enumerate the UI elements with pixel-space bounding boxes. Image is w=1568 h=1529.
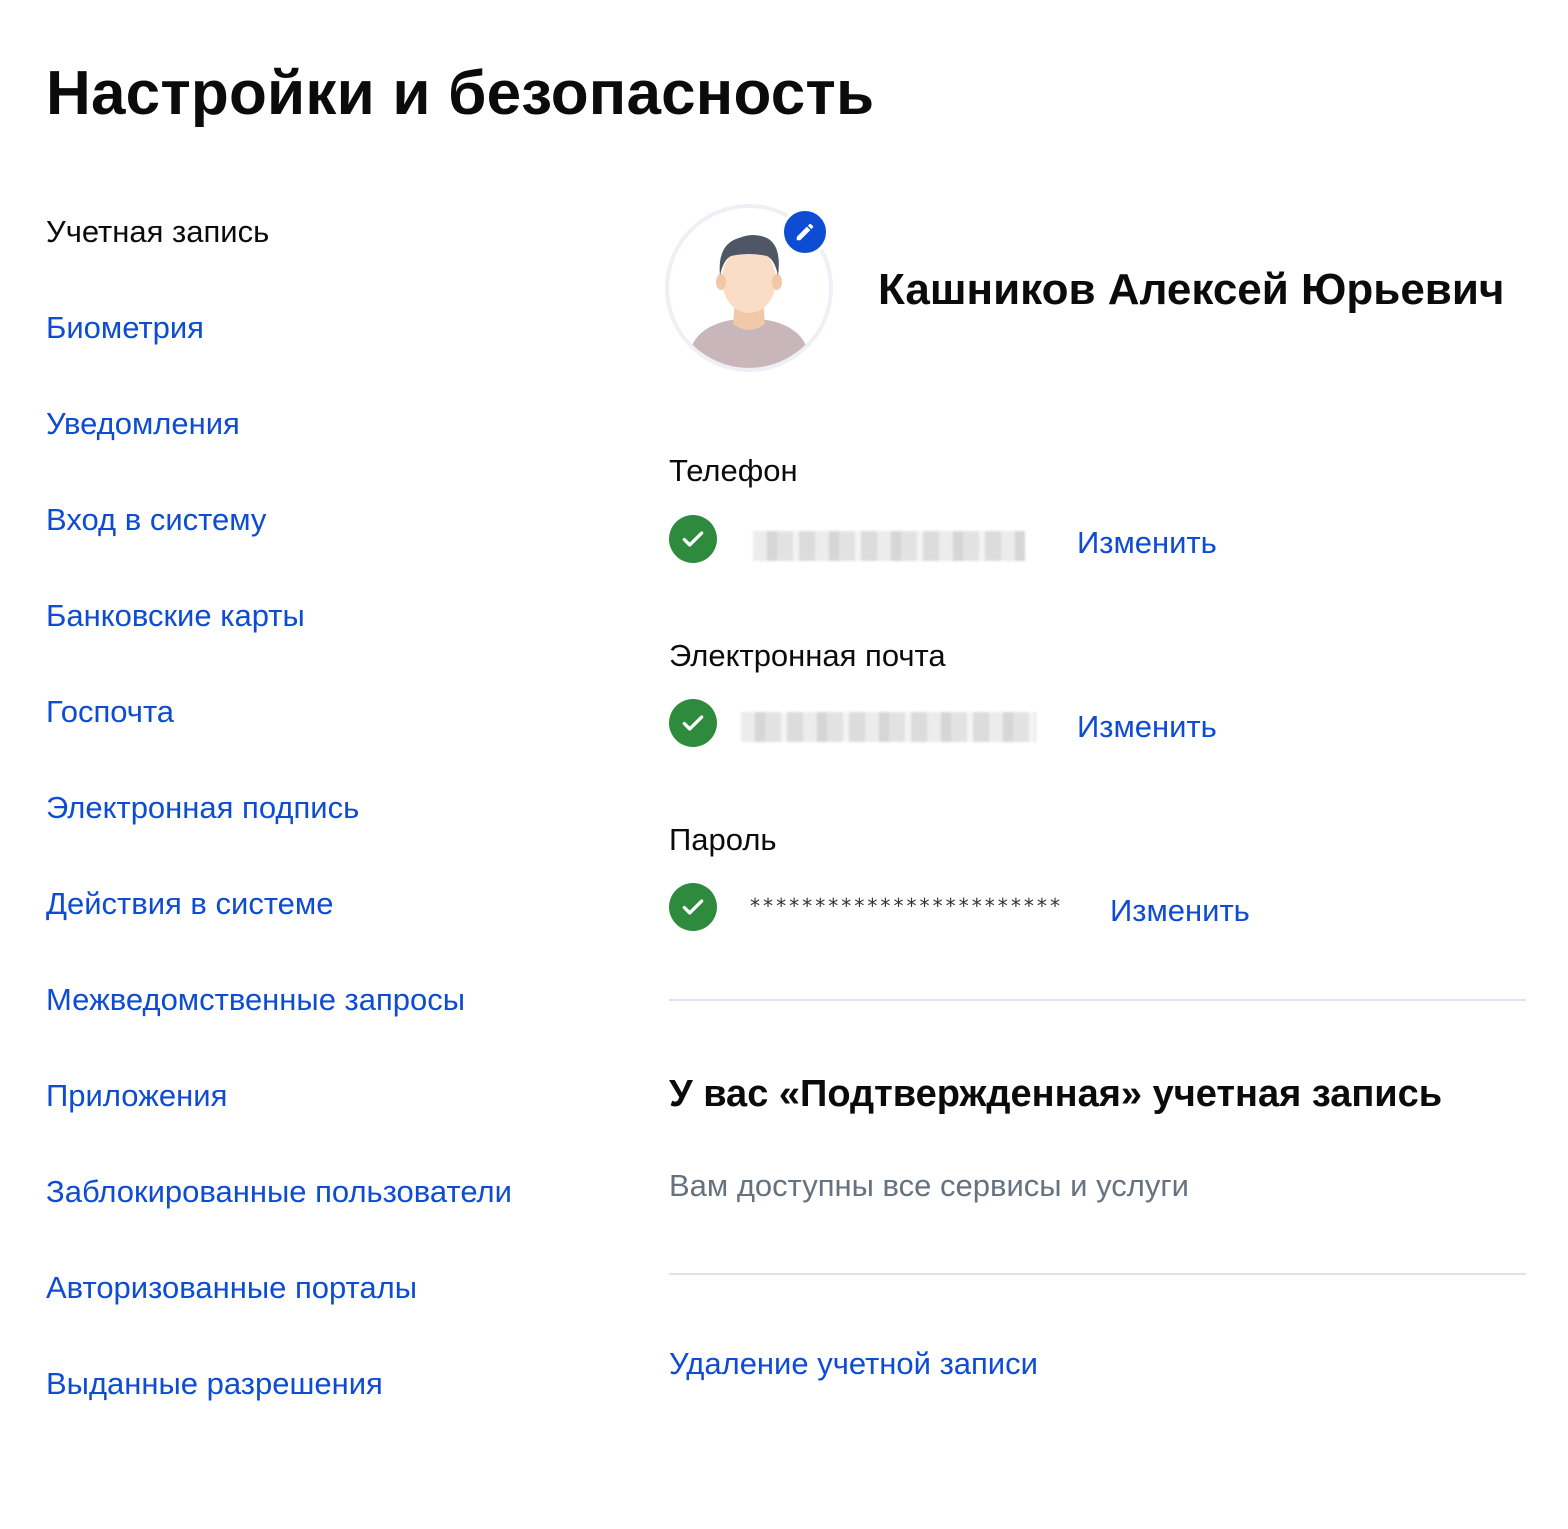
sidebar-item-authorized-portals[interactable]: Авторизованные порталы xyxy=(46,1256,626,1352)
sidebar-item-login[interactable]: Вход в систему xyxy=(46,488,626,584)
check-circle-icon xyxy=(669,515,717,563)
sidebar-item-gospochta[interactable]: Госпочта xyxy=(46,680,626,776)
edit-avatar-button[interactable] xyxy=(781,208,829,256)
divider xyxy=(669,999,1526,1001)
phone-value-masked xyxy=(753,531,1025,561)
account-status-description: Вам доступны все сервисы и услуги xyxy=(669,1168,1189,1203)
settings-sidebar-menu: Учетная запись Биометрия Уведомления Вхо… xyxy=(46,200,626,1448)
password-label: Пароль xyxy=(669,822,777,857)
check-circle-icon xyxy=(669,699,717,747)
page-title: Настройки и безопасность xyxy=(46,59,875,128)
email-value-masked xyxy=(741,712,1036,742)
sidebar-item-issued-permissions[interactable]: Выданные разрешения xyxy=(46,1352,626,1448)
check-circle-icon xyxy=(669,883,717,931)
sidebar-item-applications[interactable]: Приложения xyxy=(46,1064,626,1160)
pencil-icon xyxy=(796,223,814,241)
sidebar-item-blocked-users[interactable]: Заблокированные пользователи xyxy=(46,1160,626,1256)
sidebar-item-e-signature[interactable]: Электронная подпись xyxy=(46,776,626,872)
phone-label: Телефон xyxy=(669,453,798,488)
divider xyxy=(669,1273,1526,1275)
delete-account-link[interactable]: Удаление учетной записи xyxy=(669,1344,1038,1384)
sidebar-item-account[interactable]: Учетная запись xyxy=(46,200,626,296)
sidebar-item-biometrics[interactable]: Биометрия xyxy=(46,296,626,392)
user-full-name: Кашников Алексей Юрьевич xyxy=(878,265,1505,314)
email-label: Электронная почта xyxy=(669,638,946,673)
change-password-link[interactable]: Изменить xyxy=(1110,891,1250,931)
password-mask: ************************ xyxy=(749,894,1062,918)
sidebar-item-notifications[interactable]: Уведомления xyxy=(46,392,626,488)
sidebar-item-bank-cards[interactable]: Банковские карты xyxy=(46,584,626,680)
sidebar-item-system-actions[interactable]: Действия в системе xyxy=(46,872,626,968)
change-phone-link[interactable]: Изменить xyxy=(1077,523,1217,563)
change-email-link[interactable]: Изменить xyxy=(1077,707,1217,747)
account-status-title: У вас «Подтвержденная» учетная запись xyxy=(669,1073,1443,1115)
sidebar-item-interagency-requests[interactable]: Межведомственные запросы xyxy=(46,968,626,1064)
